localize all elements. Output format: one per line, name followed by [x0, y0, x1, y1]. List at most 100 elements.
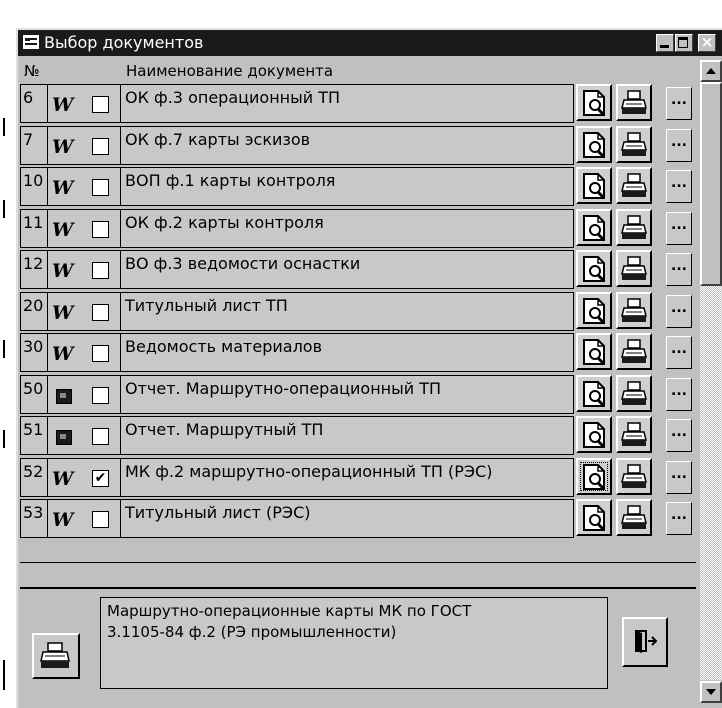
print-all-button[interactable] — [32, 633, 80, 679]
row-type-cell: W — [48, 84, 120, 123]
preview-button[interactable] — [576, 84, 612, 121]
preview-button[interactable] — [576, 250, 612, 287]
header-number: № — [24, 62, 40, 80]
row-type-cell: W — [48, 125, 120, 165]
more-button[interactable]: ... — [666, 460, 692, 494]
printer-icon — [621, 297, 647, 322]
preview-button[interactable] — [576, 291, 612, 329]
more-button[interactable]: ... — [666, 87, 692, 120]
row-checkbox[interactable] — [92, 511, 109, 528]
print-button[interactable] — [616, 499, 652, 536]
row-checkbox[interactable] — [92, 179, 109, 196]
print-button[interactable] — [616, 291, 652, 329]
print-button[interactable] — [616, 167, 652, 204]
document-row[interactable]: 30 W Ведомость материалов... — [20, 333, 696, 374]
print-button[interactable] — [616, 457, 652, 495]
row-type-cell: W — [48, 499, 120, 538]
document-selection-window: Выбор документов × № Наименование докуме… — [16, 28, 722, 708]
print-button[interactable] — [616, 250, 652, 287]
word-icon: W — [52, 218, 73, 241]
printer-icon — [621, 131, 647, 156]
document-row[interactable]: 51 Отчет. Маршрутный ТП... — [20, 416, 696, 457]
row-number: 10 — [20, 167, 48, 206]
scroll-down-button[interactable] — [700, 681, 722, 703]
more-button[interactable]: ... — [666, 253, 692, 286]
row-type-cell — [48, 374, 120, 414]
preview-button[interactable] — [576, 499, 612, 536]
document-row[interactable]: 7 W ОК ф.7 карты эскизов... — [20, 125, 696, 167]
document-name: ОК ф.3 операционный ТП — [120, 84, 574, 123]
print-button[interactable] — [616, 84, 652, 121]
close-button[interactable]: × — [698, 34, 716, 52]
maximize-button[interactable] — [675, 34, 693, 52]
preview-button[interactable] — [576, 457, 612, 495]
preview-button[interactable] — [576, 333, 612, 370]
row-checkbox[interactable] — [92, 137, 109, 155]
row-checkbox[interactable] — [92, 262, 109, 279]
more-button[interactable]: ... — [666, 336, 692, 369]
report-icon — [56, 430, 72, 445]
print-button[interactable] — [616, 125, 652, 163]
vertical-scrollbar[interactable] — [700, 56, 722, 708]
row-checkbox[interactable] — [92, 428, 109, 445]
row-number: 53 — [20, 499, 48, 538]
print-button[interactable] — [616, 333, 652, 370]
preview-button[interactable] — [576, 125, 612, 163]
more-button[interactable]: ... — [666, 377, 692, 411]
word-icon: W — [52, 94, 73, 116]
more-button[interactable]: ... — [666, 294, 692, 328]
header-document-name: Наименование документа — [126, 62, 334, 80]
document-name: Ведомость материалов — [120, 333, 574, 372]
print-button[interactable] — [616, 416, 652, 453]
row-number: 52 — [20, 457, 48, 497]
printer-icon — [621, 339, 647, 363]
document-name: Титульный лист (РЭС) — [120, 499, 574, 538]
print-button[interactable] — [616, 208, 652, 246]
row-checkbox[interactable] — [92, 345, 109, 362]
document-row[interactable]: 20 W Титульный лист ТП... — [20, 291, 696, 333]
preview-button[interactable] — [576, 167, 612, 204]
document-row[interactable]: 12 W ВО ф.3 ведомости оснастки... — [20, 250, 696, 291]
exit-button[interactable] — [622, 617, 668, 667]
document-row[interactable]: 53 W Титульный лист (РЭС)... — [20, 499, 696, 540]
scroll-thumb[interactable] — [700, 82, 722, 286]
printer-icon — [621, 463, 647, 488]
row-checkbox[interactable] — [92, 220, 109, 238]
word-icon: W — [52, 301, 73, 324]
row-number: 30 — [20, 333, 48, 372]
preview-button[interactable] — [576, 374, 612, 412]
row-checkbox[interactable] — [92, 386, 109, 404]
document-name: Отчет. Маршрутный ТП — [120, 416, 574, 455]
print-preview-icon — [583, 339, 606, 366]
row-number: 6 — [20, 84, 48, 123]
scroll-up-button[interactable] — [700, 60, 722, 82]
row-type-cell: W ✔ — [48, 457, 120, 497]
divider — [20, 562, 696, 563]
column-header: № Наименование документа — [20, 60, 696, 82]
row-checkbox[interactable]: ✔ — [92, 469, 109, 487]
row-checkbox[interactable] — [92, 96, 109, 113]
document-row[interactable]: 6 W ОК ф.3 операционный ТП... — [20, 84, 696, 125]
preview-button[interactable] — [576, 208, 612, 246]
more-button[interactable]: ... — [666, 502, 692, 535]
minimize-button[interactable] — [656, 34, 674, 52]
print-preview-icon — [583, 256, 606, 283]
more-button[interactable]: ... — [666, 211, 692, 245]
background-mark — [3, 340, 5, 358]
window-title: Выбор документов — [44, 33, 204, 52]
more-button[interactable]: ... — [666, 419, 692, 452]
printer-icon — [621, 505, 647, 529]
title-bar[interactable]: Выбор документов × — [18, 30, 722, 56]
more-button[interactable]: ... — [666, 170, 692, 203]
print-button[interactable] — [616, 374, 652, 412]
more-button[interactable]: ... — [666, 128, 692, 162]
document-row[interactable]: 50 Отчет. Маршрутно-операционный ТП... — [20, 374, 696, 416]
row-number: 11 — [20, 208, 48, 248]
preview-button[interactable] — [576, 416, 612, 453]
row-checkbox[interactable] — [92, 303, 109, 321]
document-row[interactable]: 11 W ОК ф.2 карты контроля... — [20, 208, 696, 250]
document-row[interactable]: 52 W ✔ МК ф.2 маршрутно-операционный ТП (РЭ… — [20, 457, 696, 499]
document-name: ВО ф.3 ведомости оснастки — [120, 250, 574, 289]
document-row[interactable]: 10 W ВОП ф.1 карты контроля... — [20, 167, 696, 208]
background-mark — [3, 200, 5, 218]
